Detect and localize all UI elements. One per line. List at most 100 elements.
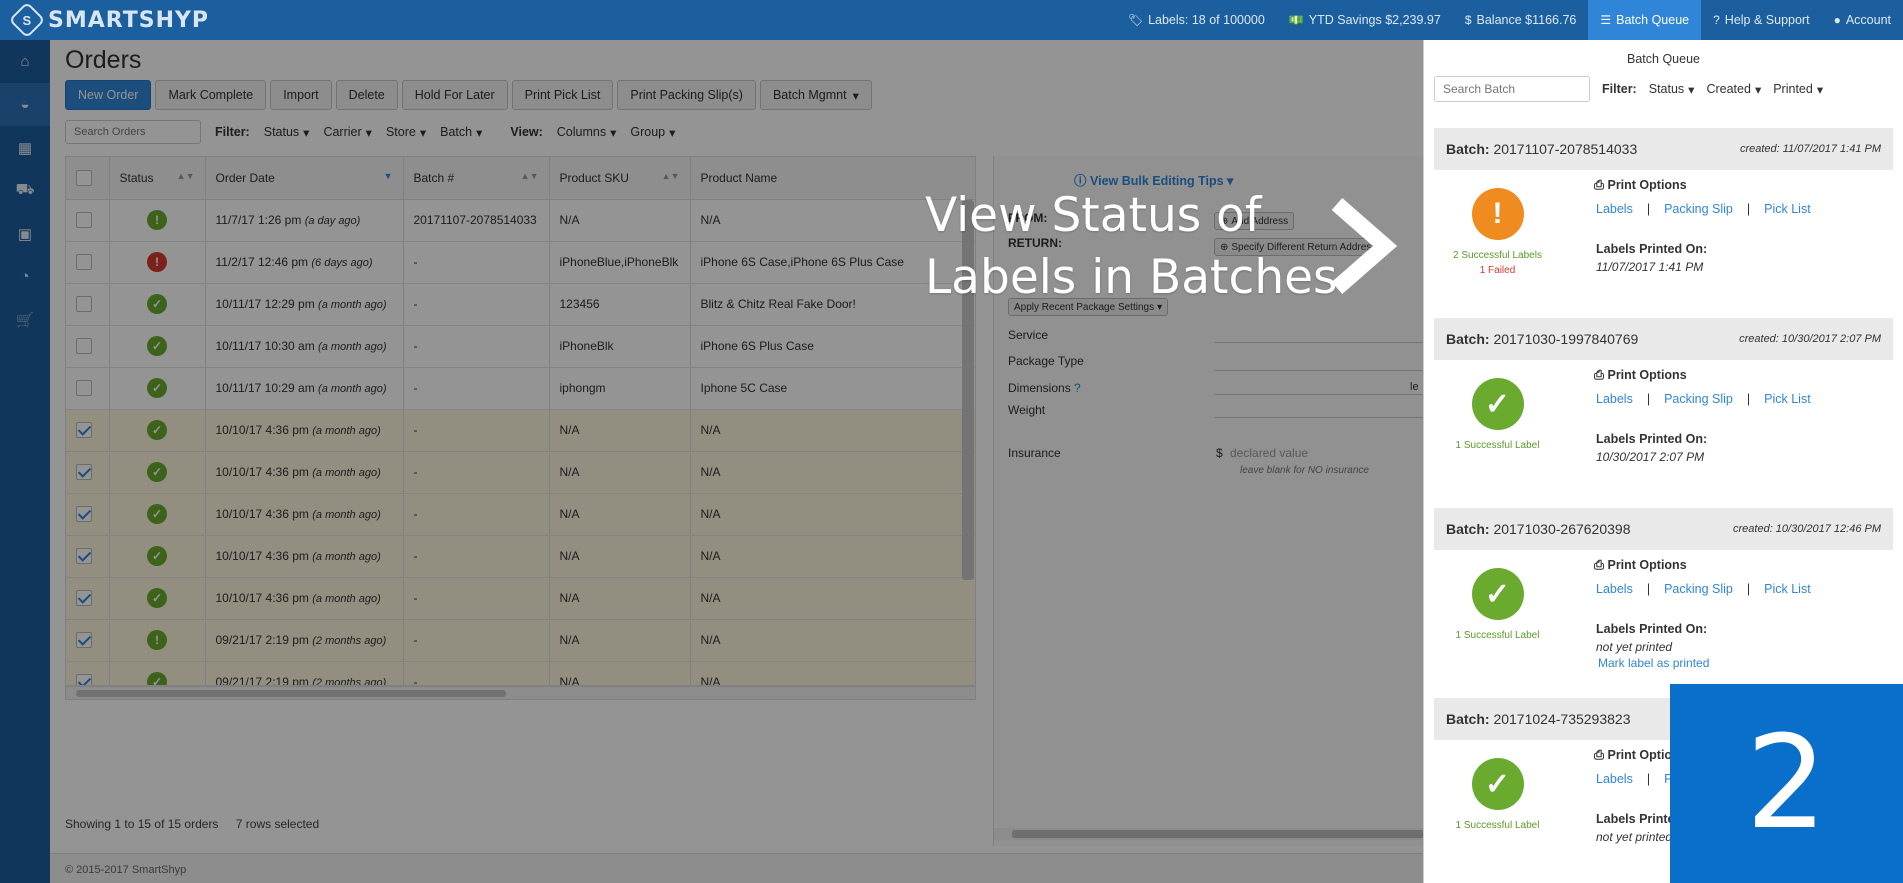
delete-button[interactable]: Delete: [335, 80, 398, 110]
batch-header[interactable]: Batch: 20171107-2078514033 created: 11/0…: [1434, 128, 1893, 170]
table-row[interactable]: ! 11/2/17 12:46 pm (6 days ago) - iPhoneBlu…: [66, 241, 975, 284]
table-row[interactable]: ! 09/21/17 2:19 pm (2 months ago) - N/A N/A: [66, 619, 975, 662]
account-menu[interactable]: ● Account: [1822, 0, 1903, 40]
table-row[interactable]: ✓ 10/10/17 4:36 pm (a month ago) - N/A N/A: [66, 535, 975, 578]
balance[interactable]: $ Balance $1166.76: [1453, 0, 1589, 40]
table-horizontal-scrollbar[interactable]: [65, 686, 976, 700]
scrollbar-thumb[interactable]: [76, 690, 506, 697]
row-checkbox[interactable]: [76, 422, 92, 438]
table-row[interactable]: ✓ 09/21/17 2:19 pm (2 months ago) - N/A N/A: [66, 661, 975, 685]
batch-queue-tab[interactable]: ☰ Batch Queue: [1588, 0, 1702, 40]
dimensions-field[interactable]: [1214, 394, 1424, 395]
row-checkbox[interactable]: [76, 464, 92, 480]
table-row[interactable]: ! 11/7/17 1:26 pm (a day ago) 20171107-207…: [66, 199, 975, 242]
check-icon[interactable]: ✓: [147, 546, 167, 566]
help-support-link[interactable]: ? Help & Support: [1701, 0, 1821, 40]
check-icon[interactable]: ✓: [147, 294, 167, 314]
check-icon[interactable]: ✓: [147, 378, 167, 398]
print-labels-link[interactable]: Labels: [1596, 202, 1633, 216]
check-icon[interactable]: ✓: [147, 420, 167, 440]
brand-logo[interactable]: S SMARTSHYP: [0, 1, 260, 39]
home-icon[interactable]: ⌂: [0, 40, 50, 83]
group-dropdown[interactable]: Group ▾: [630, 125, 675, 140]
contacts-icon[interactable]: ▣: [0, 212, 50, 255]
bq-created-filter[interactable]: Created ▾: [1706, 82, 1761, 97]
col-sku[interactable]: Product SKU ▲▼: [549, 157, 691, 200]
table-row[interactable]: ✓ 10/11/17 12:29 pm (a month ago) -123456 B…: [66, 283, 975, 326]
print-pick-list-link[interactable]: Pick List: [1764, 202, 1811, 216]
table-row[interactable]: ✓ 10/11/17 10:29 am (a month ago) - iphongm…: [66, 367, 975, 410]
mark-complete-button[interactable]: Mark Complete: [155, 80, 267, 110]
ytd-savings[interactable]: 💵 YTD Savings $2,239.97: [1277, 0, 1453, 40]
table-row[interactable]: ✓ 10/10/17 4:36 pm (a month ago) - N/A N/A: [66, 493, 975, 536]
print-pick-list-link[interactable]: Pick List: [1764, 392, 1811, 406]
hold-for-later-button[interactable]: Hold For Later: [401, 80, 508, 110]
help-icon[interactable]: ?: [1074, 381, 1081, 395]
row-checkbox[interactable]: [76, 548, 92, 564]
check-icon[interactable]: ✓: [147, 336, 167, 356]
print-packing-slip-link[interactable]: Packing Slip: [1664, 392, 1733, 406]
search-batch-input[interactable]: [1434, 76, 1590, 102]
row-checkbox[interactable]: [76, 296, 92, 312]
print-labels-link[interactable]: Labels: [1596, 772, 1633, 786]
table-row[interactable]: ✓ 10/10/17 4:36 pm (a month ago) - N/A N/A: [66, 451, 975, 494]
truck-icon[interactable]: ⛟: [0, 169, 50, 212]
mark-printed-link[interactable]: Mark label as printed: [1598, 656, 1709, 670]
batch-header[interactable]: Batch: 20171030-1997840769 created: 10/3…: [1434, 318, 1893, 360]
table-row[interactable]: ✓ 10/10/17 4:36 pm (a month ago) - N/A N/A: [66, 409, 975, 452]
print-labels-link[interactable]: Labels: [1596, 392, 1633, 406]
basket-icon[interactable]: ◒: [0, 83, 50, 126]
carrier-filter[interactable]: Carrier ▾: [323, 125, 371, 140]
row-checkbox[interactable]: [76, 254, 92, 270]
row-checkbox[interactable]: [76, 506, 92, 522]
col-order-date[interactable]: Order Date ▼: [205, 157, 404, 200]
select-all-checkbox[interactable]: [76, 169, 92, 186]
table-row[interactable]: ✓ 10/10/17 4:36 pm (a month ago) - N/A N/A: [66, 577, 975, 620]
cart-icon[interactable]: 🛒: [0, 298, 50, 341]
edit-pane-scrollbar[interactable]: [994, 828, 1424, 840]
print-packing-slip-link[interactable]: Packing Slip: [1664, 202, 1733, 216]
service-field[interactable]: [1214, 342, 1424, 343]
store-filter[interactable]: Store ▾: [386, 125, 426, 140]
pie-chart-icon[interactable]: ◔: [0, 255, 50, 298]
warning-icon[interactable]: !: [147, 210, 167, 230]
search-orders-input[interactable]: [65, 120, 201, 144]
new-order-button[interactable]: New Order: [65, 80, 152, 110]
row-checkbox[interactable]: [76, 674, 92, 685]
print-pick-list-link[interactable]: Pick List: [1764, 582, 1811, 596]
bq-printed-filter[interactable]: Printed ▾: [1773, 82, 1823, 97]
check-icon[interactable]: ✓: [147, 462, 167, 482]
weight-field[interactable]: [1214, 417, 1424, 418]
print-pick-list-button[interactable]: Print Pick List: [511, 80, 614, 110]
declared-value-input[interactable]: declared value: [1230, 446, 1308, 460]
row-checkbox[interactable]: [76, 380, 92, 396]
columns-dropdown[interactable]: Columns ▾: [557, 125, 617, 140]
labels-counter[interactable]: 🏷 Labels: 18 of 100000: [1116, 0, 1277, 40]
labels-printed-on-value: 10/30/2017 2:07 PM: [1596, 450, 1705, 464]
table-row[interactable]: ✓ 10/11/17 10:30 am (a month ago) - iPhoneB…: [66, 325, 975, 368]
print-packing-slips-button[interactable]: Print Packing Slip(s): [617, 80, 756, 110]
warning-icon[interactable]: !: [147, 630, 167, 650]
status-filter[interactable]: Status ▾: [264, 125, 310, 140]
row-checkbox[interactable]: [76, 338, 92, 354]
check-icon[interactable]: ✓: [147, 504, 167, 524]
batch-header[interactable]: Batch: 20171030-267620398 created: 10/30…: [1434, 508, 1893, 550]
bq-status-filter[interactable]: Status ▾: [1649, 82, 1695, 97]
print-packing-slip-link[interactable]: Packing Slip: [1664, 582, 1733, 596]
error-icon[interactable]: !: [147, 252, 167, 272]
package-type-field[interactable]: [1214, 370, 1424, 371]
calendar-icon[interactable]: ▦: [0, 126, 50, 169]
money-icon: 💵: [1288, 13, 1304, 27]
col-status[interactable]: Status ▲▼: [109, 157, 206, 200]
batch-mgmt-dropdown[interactable]: Batch Mgmnt ▾: [759, 80, 872, 110]
check-icon[interactable]: ✓: [147, 672, 167, 685]
row-checkbox[interactable]: [76, 590, 92, 606]
batch-filter[interactable]: Batch ▾: [440, 125, 482, 140]
print-labels-link[interactable]: Labels: [1596, 582, 1633, 596]
import-button[interactable]: Import: [270, 80, 332, 110]
row-checkbox[interactable]: [76, 212, 92, 228]
scrollbar-thumb[interactable]: [1012, 830, 1424, 838]
row-checkbox[interactable]: [76, 632, 92, 648]
check-icon[interactable]: ✓: [147, 588, 167, 608]
col-batch[interactable]: Batch # ▲▼: [403, 157, 550, 200]
